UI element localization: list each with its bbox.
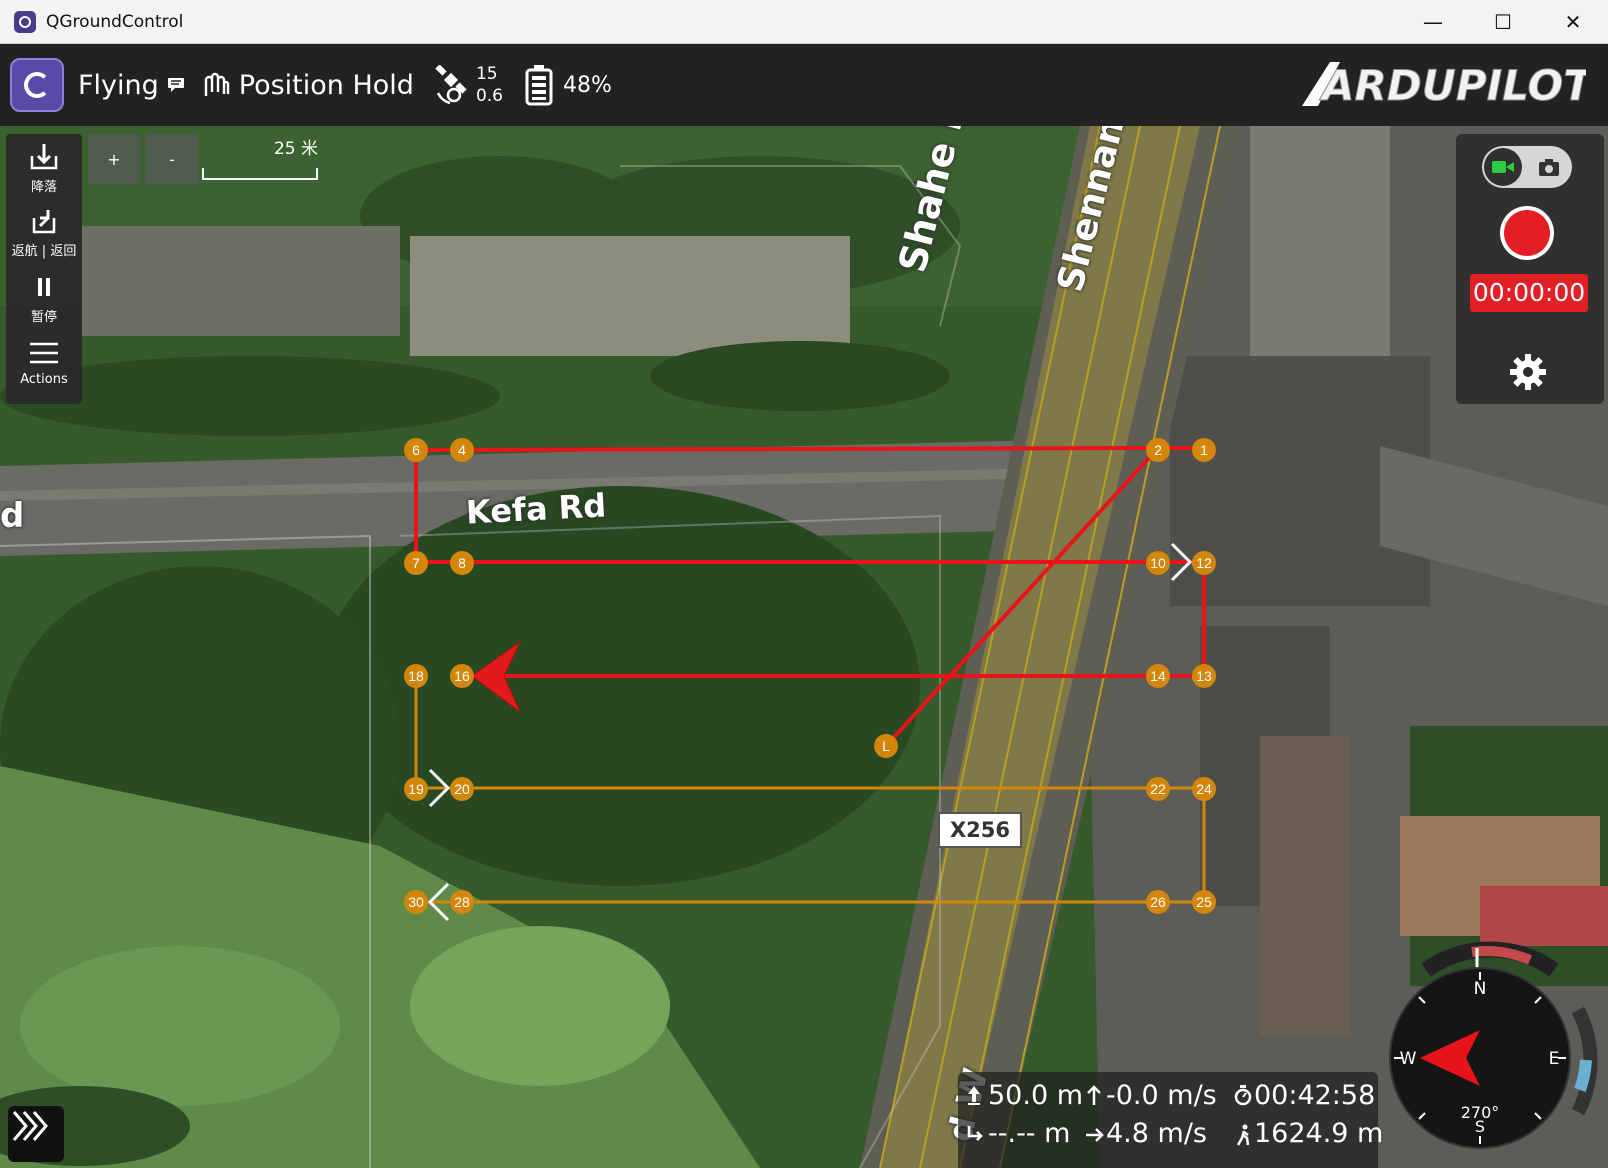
compass-east: E	[1549, 1049, 1560, 1069]
waypoint-marker[interactable]: 16	[450, 664, 474, 688]
pause-button[interactable]: 暂停	[6, 272, 82, 325]
total-distance-value: 1624.9 m	[1254, 1118, 1384, 1149]
land-label: 降落	[30, 180, 57, 195]
compass-north: N	[1474, 979, 1487, 999]
planned-path	[414, 676, 1206, 904]
record-button[interactable]	[1500, 206, 1554, 260]
waypoint-marker[interactable]: 7	[404, 551, 428, 575]
map-scale: 25 米	[202, 134, 318, 184]
waypoint-marker[interactable]: 14	[1146, 664, 1170, 688]
gps-satellite-icon[interactable]	[432, 65, 472, 105]
maximize-button[interactable]: ☐	[1468, 0, 1538, 44]
waypoint-marker[interactable]: 1	[1192, 438, 1216, 462]
ground-speed-value: 4.8 m/s	[1106, 1118, 1207, 1149]
gear-icon[interactable]	[1508, 352, 1548, 392]
video-camera-icon	[1492, 161, 1514, 173]
waypoint-marker[interactable]: 19	[404, 777, 428, 801]
ground-speed-icon	[1086, 1128, 1104, 1142]
video-photo-toggle[interactable]	[1482, 146, 1572, 188]
expand-panel-button[interactable]	[8, 1106, 64, 1162]
menu-icon	[30, 342, 58, 364]
rtl-label: 返航 | 返回	[11, 244, 77, 259]
flight-time-value: 00:42:58	[1254, 1080, 1376, 1111]
zoom-in-button[interactable]: +	[88, 134, 140, 184]
satellite-count: 15	[475, 64, 498, 84]
altitude-icon	[968, 1086, 980, 1105]
window-title: QGroundControl	[46, 11, 184, 32]
waypoint-marker[interactable]: 30	[404, 890, 428, 914]
pause-label: 暂停	[30, 310, 57, 325]
gps-hdop: 0.6	[475, 86, 503, 106]
waypoint-marker[interactable]: 25	[1192, 890, 1216, 914]
waypoint-marker[interactable]: 6	[404, 438, 428, 462]
waypoint-marker[interactable]: 10	[1146, 551, 1170, 575]
waypoint-marker[interactable]: 2	[1146, 438, 1170, 462]
flight-mode-icon	[204, 72, 229, 96]
waypoint-marker[interactable]: 22	[1146, 777, 1170, 801]
satellite-map[interactable]: Kefa Rd Shahe Rd W Shennanshahe d d W X2…	[0, 126, 1608, 1168]
map-scale-bar	[202, 168, 318, 180]
message-icon[interactable]	[167, 77, 185, 93]
return-icon	[32, 210, 56, 234]
waypoint-marker[interactable]: 24	[1192, 777, 1216, 801]
stopwatch-icon	[1234, 1085, 1252, 1106]
flown-path	[414, 446, 1206, 748]
qgc-logo-button[interactable]	[10, 58, 64, 112]
rtl-button[interactable]: 返航 | 返回	[6, 206, 82, 259]
window-titlebar: QGroundControl — ☐ ✕	[0, 0, 1608, 44]
ardupilot-logo-text: ARDUPILOT	[1319, 61, 1586, 110]
home-distance-icon	[967, 1126, 983, 1141]
flight-state[interactable]: Flying	[78, 70, 159, 101]
waypoint-marker[interactable]: 20	[450, 777, 474, 801]
chevrons-right-icon	[12, 1111, 48, 1141]
waypoint-marker[interactable]: 8	[450, 551, 474, 575]
compass-widget: N E S W 270°	[1389, 941, 1598, 1149]
waypoint-marker[interactable]: 26	[1146, 890, 1170, 914]
ardupilot-logo: ARDUPILOT	[1302, 61, 1586, 111]
land-icon	[30, 144, 58, 170]
compass-heading: 270°	[1461, 1103, 1500, 1122]
waypoint-marker[interactable]: 18	[404, 664, 428, 688]
minimize-button[interactable]: —	[1398, 0, 1468, 44]
main-toolbar: Flying Position Hold 15 0.6 48% ARDUPILO…	[0, 44, 1608, 126]
map-scale-label: 25 米	[273, 139, 318, 159]
battery-icon[interactable]	[525, 64, 553, 106]
flight-mode[interactable]: Position Hold	[239, 70, 414, 101]
video-panel: 00:00:00	[1456, 134, 1604, 404]
waypoint-marker[interactable]: 28	[450, 890, 474, 914]
vertical-speed-value: -0.0 m/s	[1106, 1080, 1217, 1111]
telemetry-panel: 50.0 m -0.0 m/s 00:42:58 --.-- m 4.8 m/s…	[958, 1072, 1383, 1168]
pause-icon	[38, 278, 50, 296]
mission-overlay	[414, 446, 1206, 922]
home-distance-value: --.-- m	[988, 1118, 1071, 1149]
qgc-app-icon	[14, 10, 36, 33]
waypoint-marker[interactable]: 12	[1192, 551, 1216, 575]
waypoint-marker[interactable]: 13	[1192, 664, 1216, 688]
close-button[interactable]: ✕	[1538, 0, 1608, 44]
recording-timer: 00:00:00	[1470, 274, 1588, 312]
land-button[interactable]: 降落	[6, 142, 82, 195]
qgc-window: QGroundControl — ☐ ✕ Flying Position Hol…	[0, 0, 1608, 1168]
vertical-speed-icon	[1087, 1085, 1101, 1105]
battery-percent: 48%	[562, 72, 612, 98]
walker-icon	[1236, 1124, 1250, 1146]
fly-toolstrip: 降落 返航 | 返回 暂停 Actions	[6, 134, 82, 404]
launch-marker[interactable]: L	[874, 734, 898, 758]
video-mode-knob	[1484, 148, 1522, 186]
waypoint-marker[interactable]: 4	[450, 438, 474, 462]
actions-label: Actions	[20, 372, 68, 387]
compass-west: W	[1400, 1049, 1417, 1069]
actions-button[interactable]: Actions	[6, 338, 82, 387]
altitude-value: 50.0 m	[988, 1080, 1084, 1111]
zoom-out-button[interactable]: -	[146, 134, 198, 184]
camera-icon	[1539, 159, 1559, 176]
